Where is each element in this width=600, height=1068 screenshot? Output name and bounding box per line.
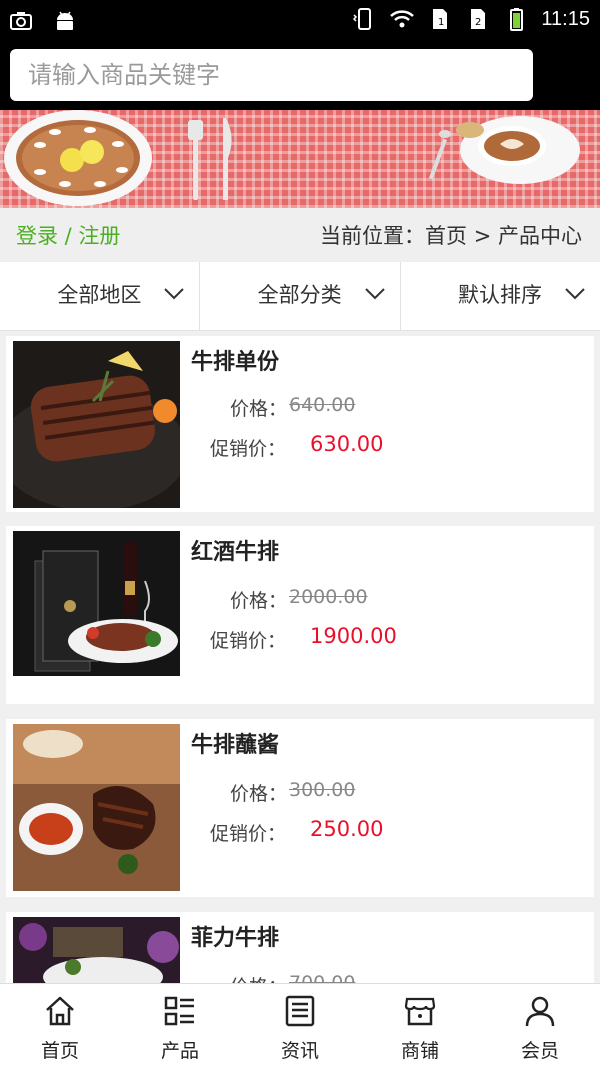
search-input[interactable] (10, 49, 533, 101)
original-price: 640.00 (289, 394, 356, 416)
vibrate-icon (353, 8, 372, 30)
battery-icon (510, 8, 524, 31)
nav-news[interactable]: 资讯 (240, 984, 360, 1068)
product-card[interactable]: 牛排蘸酱 价格： 300.00 促销价： 250.00 (6, 719, 594, 897)
filter-region[interactable]: 全部地区 (0, 262, 201, 330)
news-icon (285, 995, 315, 1027)
user-icon (525, 996, 555, 1027)
product-card[interactable]: 菲力牛排 价格： 700.00 (6, 912, 594, 983)
product-name[interactable]: 红酒牛排 (191, 534, 279, 566)
filter-sort[interactable]: 默认排序 (401, 262, 600, 330)
promo-label: 促销价： (210, 438, 287, 460)
price-label: 价格： (230, 972, 287, 983)
product-image (13, 917, 180, 983)
price-label: 价格： (230, 590, 288, 612)
product-name[interactable]: 菲力牛排 (191, 920, 279, 952)
nav-home-label: 首页 (40, 1040, 79, 1062)
status-time: 11:15 (541, 7, 590, 30)
promo-price: 630.00 (310, 432, 384, 456)
store-icon (404, 997, 436, 1026)
info-bar: 登录 / 注册 当前位置：首页 > 产品中心 (0, 208, 600, 262)
chevron-down-icon (164, 288, 185, 300)
filter-category[interactable]: 全部分类 (200, 262, 401, 330)
bottom-nav: 首页 产品 资讯 商铺 会员 (0, 983, 600, 1068)
original-price: 700.00 (289, 972, 356, 983)
product-image (13, 531, 180, 676)
filter-bar: 全部地区 全部分类 默认排序 (0, 262, 600, 331)
nav-products-label: 产品 (160, 1040, 199, 1062)
original-price: 2000.00 (289, 586, 368, 608)
promo-label: 促销价： (210, 823, 287, 845)
product-card[interactable]: 红酒牛排 价格： 2000.00 促销价： 1900.00 (6, 526, 594, 704)
svg-text:1: 1 (438, 17, 444, 28)
nav-home[interactable]: 首页 (0, 984, 120, 1068)
nav-store-label: 商铺 (400, 1040, 439, 1062)
nav-store[interactable]: 商铺 (360, 984, 480, 1068)
promo-label: 促销价： (210, 630, 287, 652)
product-name[interactable]: 牛排单份 (191, 344, 279, 376)
price-label: 价格： (230, 783, 288, 805)
filter-category-label: 全部分类 (257, 283, 342, 307)
product-image (13, 341, 180, 508)
login-register-link[interactable]: 登录 / 注册 (16, 220, 120, 250)
original-price: 300.00 (289, 779, 356, 801)
android-icon (57, 11, 73, 30)
list-icon (164, 996, 194, 1026)
wifi-icon (390, 10, 415, 28)
filter-sort-label: 默认排序 (457, 283, 542, 307)
price-label: 价格： (230, 398, 288, 420)
product-card[interactable]: 牛排单份 价格： 640.00 促销价： 630.00 (6, 336, 594, 512)
screenshot-icon (10, 12, 32, 30)
search-header (0, 42, 600, 110)
promo-price: 250.00 (310, 817, 384, 841)
product-image (13, 724, 180, 891)
sim2-icon: 2 (471, 9, 486, 29)
sim1-icon: 1 (433, 9, 448, 29)
status-bar: 1 2 11:15 (0, 0, 600, 42)
product-name[interactable]: 牛排蘸酱 (191, 727, 279, 759)
promo-price: 1900.00 (310, 624, 397, 648)
chevron-down-icon (565, 288, 585, 300)
banner-illustration (4, 110, 580, 206)
nav-member-label: 会员 (520, 1040, 559, 1062)
banner-image (0, 110, 600, 208)
chevron-down-icon (364, 288, 385, 300)
nav-news-label: 资讯 (280, 1040, 319, 1062)
home-icon (46, 996, 74, 1026)
breadcrumb: 当前位置：首页 > 产品中心 (320, 224, 582, 248)
filter-region-label: 全部地区 (57, 283, 142, 307)
svg-text:2: 2 (475, 17, 481, 28)
nav-member[interactable]: 会员 (480, 984, 600, 1068)
nav-products[interactable]: 产品 (120, 984, 240, 1068)
